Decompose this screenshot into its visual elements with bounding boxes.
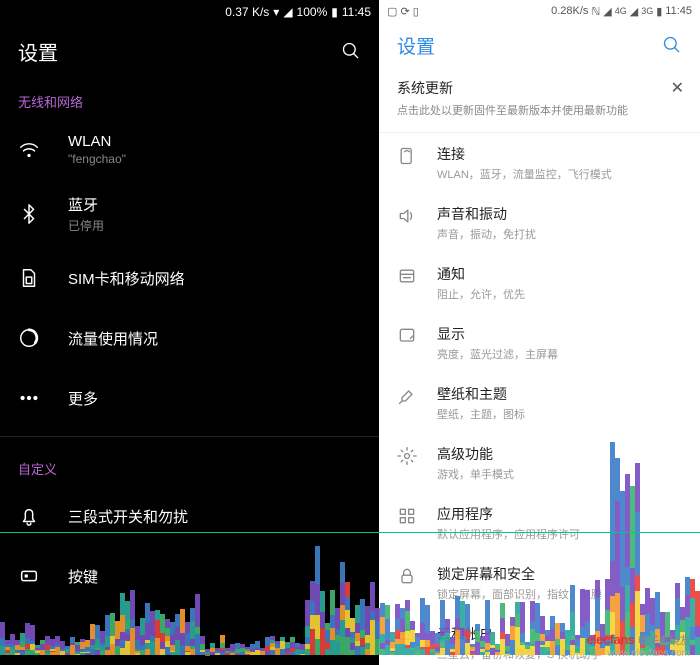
- signal-icon: ◢: [603, 5, 611, 18]
- divider: [0, 436, 379, 437]
- item-sub: 游戏，单手模式: [437, 466, 514, 482]
- item-label: 声音和振动: [437, 204, 536, 224]
- item-sub: 三星云，备份和恢复，S 换机助手: [437, 646, 601, 662]
- item-sub: 声音，振动，免打扰: [437, 226, 536, 242]
- item-sim[interactable]: SIM卡和移动网络: [0, 248, 379, 308]
- battery-pct: 100%: [297, 5, 328, 19]
- notifications-icon: [397, 266, 417, 286]
- item-lock-security[interactable]: 锁定屏幕和安全锁定屏幕，面部识别，指纹，虹膜: [379, 553, 700, 613]
- item-data-usage[interactable]: 流量使用情况: [0, 308, 379, 368]
- data-usage-icon: [18, 327, 40, 349]
- item-label: 云和帐户: [437, 624, 601, 644]
- watermark: elecfans 电子发烧友 www.elecfans.com: [586, 632, 690, 659]
- phone-light: ▢ ⟳ ▯ 0.28K/s ℕ ◢ 4G ◢ 3G ▮ 11:45 设置 系统更…: [379, 0, 700, 665]
- nfc-icon: ℕ: [591, 5, 600, 18]
- item-keys[interactable]: 按键: [0, 546, 379, 606]
- battery-icon: ▮: [656, 5, 662, 18]
- watermark-brand: elecfans: [586, 632, 634, 647]
- item-label: 流量使用情况: [68, 328, 158, 349]
- item-sub: 亮度，蓝光过滤，主屏幕: [437, 346, 558, 362]
- item-sub: 阻止，允许，优先: [437, 286, 525, 302]
- header-right: 设置: [379, 22, 700, 68]
- status-icons-left: ▢ ⟳ ▯: [387, 5, 419, 18]
- section-custom: 自定义: [0, 445, 379, 486]
- item-wallpaper[interactable]: 壁纸和主题壁纸，主题，图标: [379, 373, 700, 433]
- phone-dark: 0.37 K/s ▾ ◢ 100% ▮ 11:45 设置 无线和网络 WLAN "…: [0, 0, 379, 665]
- item-sub: 已停用: [68, 217, 104, 234]
- sim-icon: [18, 267, 40, 289]
- display-icon: [397, 326, 417, 346]
- section-wireless: 无线和网络: [0, 78, 379, 119]
- more-icon: [18, 387, 40, 409]
- page-title: 设置: [397, 32, 435, 59]
- search-icon[interactable]: [341, 41, 361, 61]
- buttons-icon: [18, 565, 40, 587]
- item-label: 蓝牙: [68, 194, 104, 215]
- bluetooth-icon: [18, 203, 40, 225]
- item-sound[interactable]: 声音和振动声音，振动，免打扰: [379, 193, 700, 253]
- update-title: 系统更新: [397, 78, 682, 98]
- update-sub: 点击此处以更新固件至最新版本并使用最新功能: [397, 102, 682, 118]
- item-advanced[interactable]: 高级功能游戏，单手模式: [379, 433, 700, 493]
- wifi-icon: [18, 139, 40, 161]
- close-icon[interactable]: ✕: [671, 78, 684, 98]
- item-notifications[interactable]: 通知阻止，允许，优先: [379, 253, 700, 313]
- item-label: 按键: [68, 566, 98, 587]
- connections-icon: [397, 146, 417, 166]
- system-update-card[interactable]: 系统更新 点击此处以更新固件至最新版本并使用最新功能 ✕: [379, 68, 700, 133]
- watermark-url: www.elecfans.com: [586, 648, 690, 659]
- item-sub: 默认应用程序，应用程序许可: [437, 526, 580, 542]
- brush-icon: [397, 386, 417, 406]
- item-label: 更多: [68, 388, 98, 409]
- battery-icon: ▮: [331, 5, 338, 19]
- item-connections[interactable]: 连接 WLAN，蓝牙，流量监控，飞行模式: [379, 133, 700, 193]
- wifi-icon: ▾: [273, 5, 279, 19]
- item-sub: "fengchao": [68, 152, 126, 166]
- item-bluetooth[interactable]: 蓝牙已停用: [0, 180, 379, 248]
- apps-icon: [397, 506, 417, 526]
- item-label: 壁纸和主题: [437, 384, 525, 404]
- cloud-icon: [397, 626, 417, 646]
- header-left: 设置: [0, 24, 379, 78]
- item-apps[interactable]: 应用程序默认应用程序，应用程序许可: [379, 493, 700, 553]
- item-label: 显示: [437, 324, 558, 344]
- clock: 11:45: [342, 5, 371, 19]
- search-icon[interactable]: [662, 35, 682, 55]
- item-label: 通知: [437, 264, 525, 284]
- lock-icon: [397, 566, 417, 586]
- net-speed: 0.28K/s: [551, 5, 588, 17]
- statusbar-right: ▢ ⟳ ▯ 0.28K/s ℕ ◢ 4G ◢ 3G ▮ 11:45: [379, 0, 700, 22]
- item-label: 锁定屏幕和安全: [437, 564, 602, 584]
- item-label: SIM卡和移动网络: [68, 268, 185, 289]
- item-label: 应用程序: [437, 504, 580, 524]
- item-sub: 锁定屏幕，面部识别，指纹，虹膜: [437, 586, 602, 602]
- signal-icon-2: ◢: [630, 5, 638, 18]
- sound-icon: [397, 206, 417, 226]
- item-slider-switch[interactable]: 三段式开关和勿扰: [0, 486, 379, 546]
- page-title: 设置: [18, 37, 58, 66]
- gear-icon: [397, 446, 417, 466]
- item-display[interactable]: 显示亮度，蓝光过滤，主屏幕: [379, 313, 700, 373]
- item-label: WLAN: [68, 133, 126, 150]
- statusbar-left: 0.37 K/s ▾ ◢ 100% ▮ 11:45: [0, 0, 379, 24]
- item-sub: 壁纸，主题，图标: [437, 406, 525, 422]
- item-sub: WLAN，蓝牙，流量监控，飞行模式: [437, 166, 612, 182]
- bell-icon: [18, 505, 40, 527]
- 4g-icon: 4G: [615, 6, 627, 16]
- item-label: 高级功能: [437, 444, 514, 464]
- clock: 11:45: [665, 5, 692, 17]
- item-label: 三段式开关和勿扰: [68, 506, 188, 527]
- item-more[interactable]: 更多: [0, 368, 379, 428]
- watermark-cn: 电子发烧友: [638, 635, 691, 647]
- histogram-baseline: [0, 532, 700, 533]
- item-wlan[interactable]: WLAN "fengchao": [0, 119, 379, 180]
- net-speed: 0.37 K/s: [225, 5, 269, 19]
- item-label: 连接: [437, 144, 612, 164]
- signal-icon: ◢: [283, 5, 292, 19]
- 3g-icon: 3G: [641, 6, 653, 16]
